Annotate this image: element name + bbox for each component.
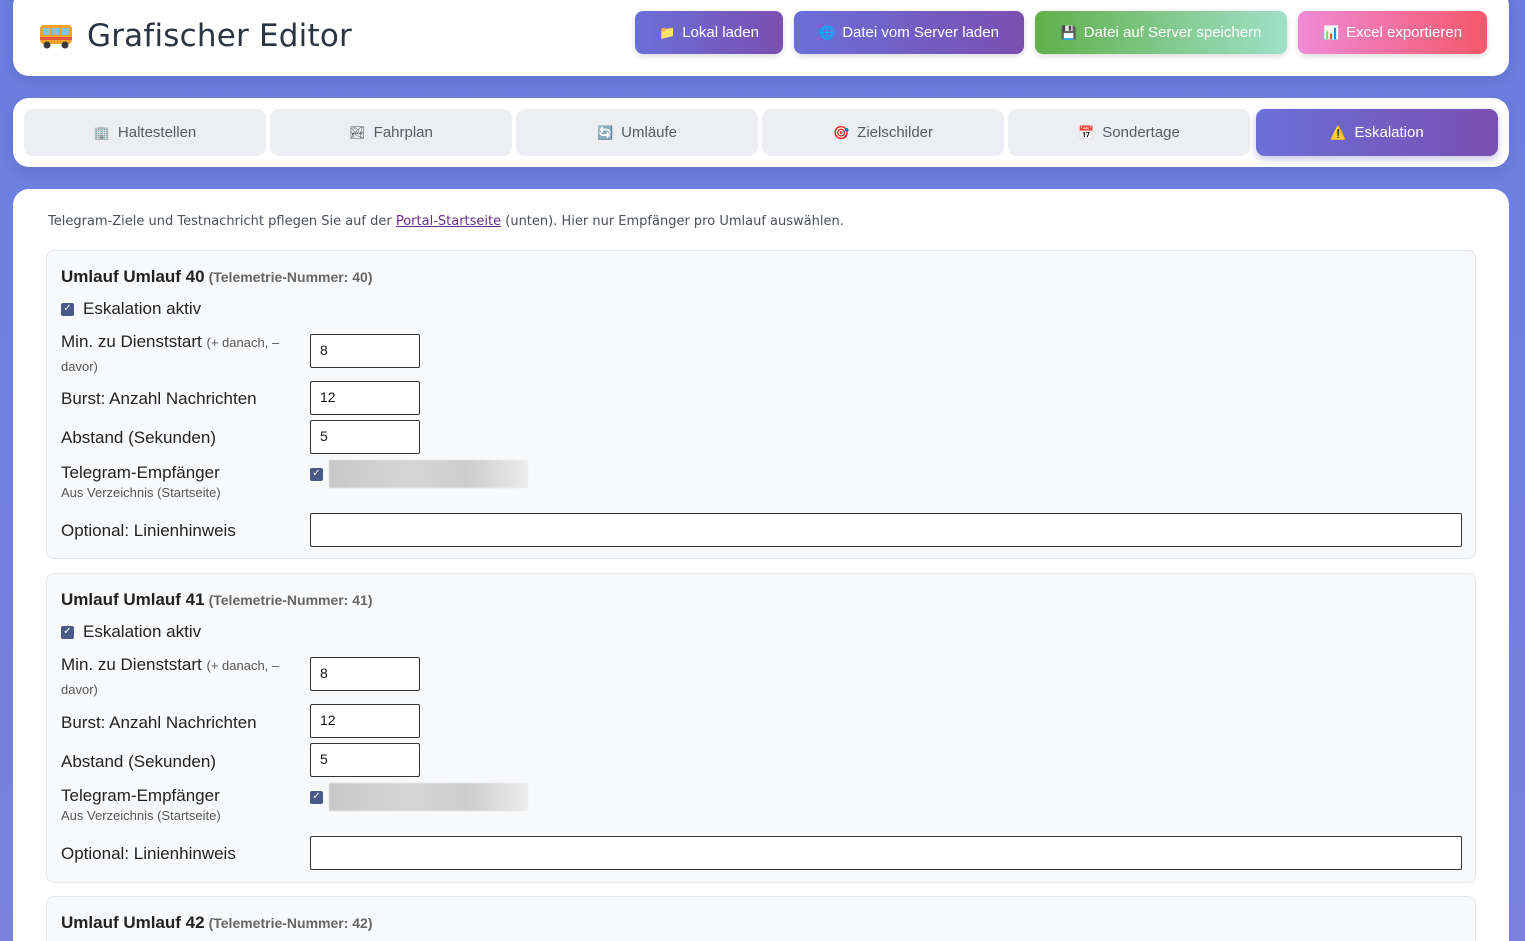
burst-input[interactable]: 12 xyxy=(310,381,420,415)
redacted-recipient xyxy=(329,460,528,488)
interval-label: Abstand (Sekunden) xyxy=(61,752,216,771)
line-hint-label: Optional: Linienhinweis xyxy=(61,844,236,863)
server-load-button[interactable]: 🌐 Datei vom Server laden xyxy=(794,11,1024,54)
burst-label: Burst: Anzahl Nachrichten xyxy=(61,713,257,732)
interval-input[interactable]: 5 xyxy=(310,743,420,777)
telegram-recipient-option: ✓ xyxy=(310,460,528,488)
local-load-label: Lokal laden xyxy=(682,24,759,41)
min-to-start-text: Min. zu Dienststart xyxy=(61,655,202,674)
intro-text: Telegram-Ziele und Testnachricht pflegen… xyxy=(48,214,844,229)
excel-export-button[interactable]: 📊 Excel exportieren xyxy=(1298,11,1487,54)
telegram-recipient-text: Telegram-Empfänger xyxy=(61,463,220,482)
tab-umlaeufe[interactable]: 🔄 Umläufe xyxy=(516,109,758,156)
line-hint-input[interactable] xyxy=(310,513,1462,547)
main-panel: Telegram-Ziele und Testnachricht pflegen… xyxy=(13,189,1509,941)
umlauf-title: Umlauf Umlauf 41 (Telemetrie-Nummer: 41) xyxy=(61,590,373,610)
folder-icon: 📁 xyxy=(659,24,676,40)
bus-icon xyxy=(40,25,72,49)
umlauf-name: Umlauf Umlauf 40 xyxy=(61,267,205,286)
calendar-icon: 📅 xyxy=(1078,124,1095,140)
min-to-start-input[interactable]: 8 xyxy=(310,657,420,691)
umlauf-title: Umlauf Umlauf 40 (Telemetrie-Nummer: 40) xyxy=(61,267,373,287)
tab-bar: 🏢 Haltestellen 🏞 Fahrplan 🔄 Umläufe 🎯 Zi… xyxy=(13,98,1509,167)
redacted-recipient xyxy=(329,783,528,811)
intro-after: (unten). Hier nur Empfänger pro Umlauf a… xyxy=(501,214,844,229)
telegram-recipient-option: ✓ xyxy=(310,783,528,811)
telemetry-number: (Telemetrie-Nummer: 42) xyxy=(208,915,373,931)
min-to-start-text: Min. zu Dienststart xyxy=(61,332,202,351)
tab-label: Sondertage xyxy=(1102,124,1180,141)
tab-haltestellen[interactable]: 🏢 Haltestellen xyxy=(24,109,266,156)
floppy-icon: 💾 xyxy=(1060,24,1077,40)
line-hint-label: Optional: Linienhinweis xyxy=(61,521,236,540)
telemetry-number: (Telemetrie-Nummer: 41) xyxy=(208,592,373,608)
umlauf-name: Umlauf Umlauf 42 xyxy=(61,913,205,932)
escalation-active-row: ✓ Eskalation aktiv xyxy=(61,622,201,642)
tab-label: Zielschilder xyxy=(857,124,934,141)
excel-export-label: Excel exportieren xyxy=(1346,24,1463,41)
telegram-recipient-sub: Aus Verzeichnis (Startseite) xyxy=(61,485,221,500)
min-to-start-input[interactable]: 8 xyxy=(310,334,420,368)
tab-label: Umläufe xyxy=(621,124,678,141)
telegram-recipient-sub: Aus Verzeichnis (Startseite) xyxy=(61,808,221,823)
telegram-recipient-text: Telegram-Empfänger xyxy=(61,786,220,805)
app-title: Grafischer Editor xyxy=(39,16,352,56)
globe-icon: 🌐 xyxy=(819,24,836,40)
telegram-recipient-label: Telegram-Empfänger Aus Verzeichnis (Star… xyxy=(61,784,301,825)
picture-icon: 🏞 xyxy=(349,124,366,140)
telemetry-number: (Telemetrie-Nummer: 40) xyxy=(208,269,373,285)
tab-zielschilder[interactable]: 🎯 Zielschilder xyxy=(762,109,1004,156)
umlauf-title: Umlauf Umlauf 42 (Telemetrie-Nummer: 42) xyxy=(61,913,373,933)
telegram-recipient-label: Telegram-Empfänger Aus Verzeichnis (Star… xyxy=(61,461,301,502)
telegram-recipient-checkbox[interactable]: ✓ xyxy=(310,467,323,481)
intro-before: Telegram-Ziele und Testnachricht pflegen… xyxy=(48,214,396,229)
burst-input[interactable]: 12 xyxy=(310,704,420,738)
building-icon: 🏢 xyxy=(93,124,110,140)
escalation-active-row: ✓ Eskalation aktiv xyxy=(61,299,201,319)
min-to-start-label: Min. zu Dienststart (+ danach, – davor) xyxy=(61,653,301,701)
umlauf-card: Umlauf Umlauf 42 (Telemetrie-Nummer: 42) xyxy=(46,896,1476,941)
interval-label: Abstand (Sekunden) xyxy=(61,428,216,447)
escalation-active-checkbox[interactable]: ✓ xyxy=(61,302,74,316)
interval-input[interactable]: 5 xyxy=(310,420,420,454)
tab-fahrplan[interactable]: 🏞 Fahrplan xyxy=(270,109,512,156)
app-header: Grafischer Editor 📁 Lokal laden 🌐 Datei … xyxy=(13,0,1509,76)
escalation-active-label: Eskalation aktiv xyxy=(83,299,202,318)
line-hint-input[interactable] xyxy=(310,836,1462,870)
umlauf-card: Umlauf Umlauf 40 (Telemetrie-Nummer: 40) … xyxy=(46,250,1476,559)
tab-sondertage[interactable]: 📅 Sondertage xyxy=(1008,109,1250,156)
burst-label: Burst: Anzahl Nachrichten xyxy=(61,389,257,408)
umlauf-card: Umlauf Umlauf 41 (Telemetrie-Nummer: 41) … xyxy=(46,573,1476,883)
min-to-start-label: Min. zu Dienststart (+ danach, – davor) xyxy=(61,330,301,378)
escalation-active-label: Eskalation aktiv xyxy=(83,622,202,641)
tab-label: Eskalation xyxy=(1354,124,1424,141)
page-title: Grafischer Editor xyxy=(87,18,352,54)
warning-icon: ⚠️ xyxy=(1330,124,1347,140)
cycle-icon: 🔄 xyxy=(596,124,614,140)
server-save-button[interactable]: 💾 Datei auf Server speichern xyxy=(1035,11,1287,54)
tab-label: Fahrplan xyxy=(373,124,433,141)
bar-chart-icon: 📊 xyxy=(1322,24,1340,40)
escalation-active-checkbox[interactable]: ✓ xyxy=(61,625,74,639)
portal-startseite-link[interactable]: Portal-Startseite xyxy=(396,214,501,229)
telegram-recipient-checkbox[interactable]: ✓ xyxy=(310,790,323,804)
local-load-button[interactable]: 📁 Lokal laden xyxy=(635,11,783,54)
server-load-label: Datei vom Server laden xyxy=(842,24,999,41)
target-icon: 🎯 xyxy=(832,124,850,140)
server-save-label: Datei auf Server speichern xyxy=(1083,24,1262,41)
umlauf-name: Umlauf Umlauf 41 xyxy=(61,590,205,609)
tab-label: Haltestellen xyxy=(117,124,197,141)
tab-eskalation[interactable]: ⚠️ Eskalation xyxy=(1256,109,1498,156)
